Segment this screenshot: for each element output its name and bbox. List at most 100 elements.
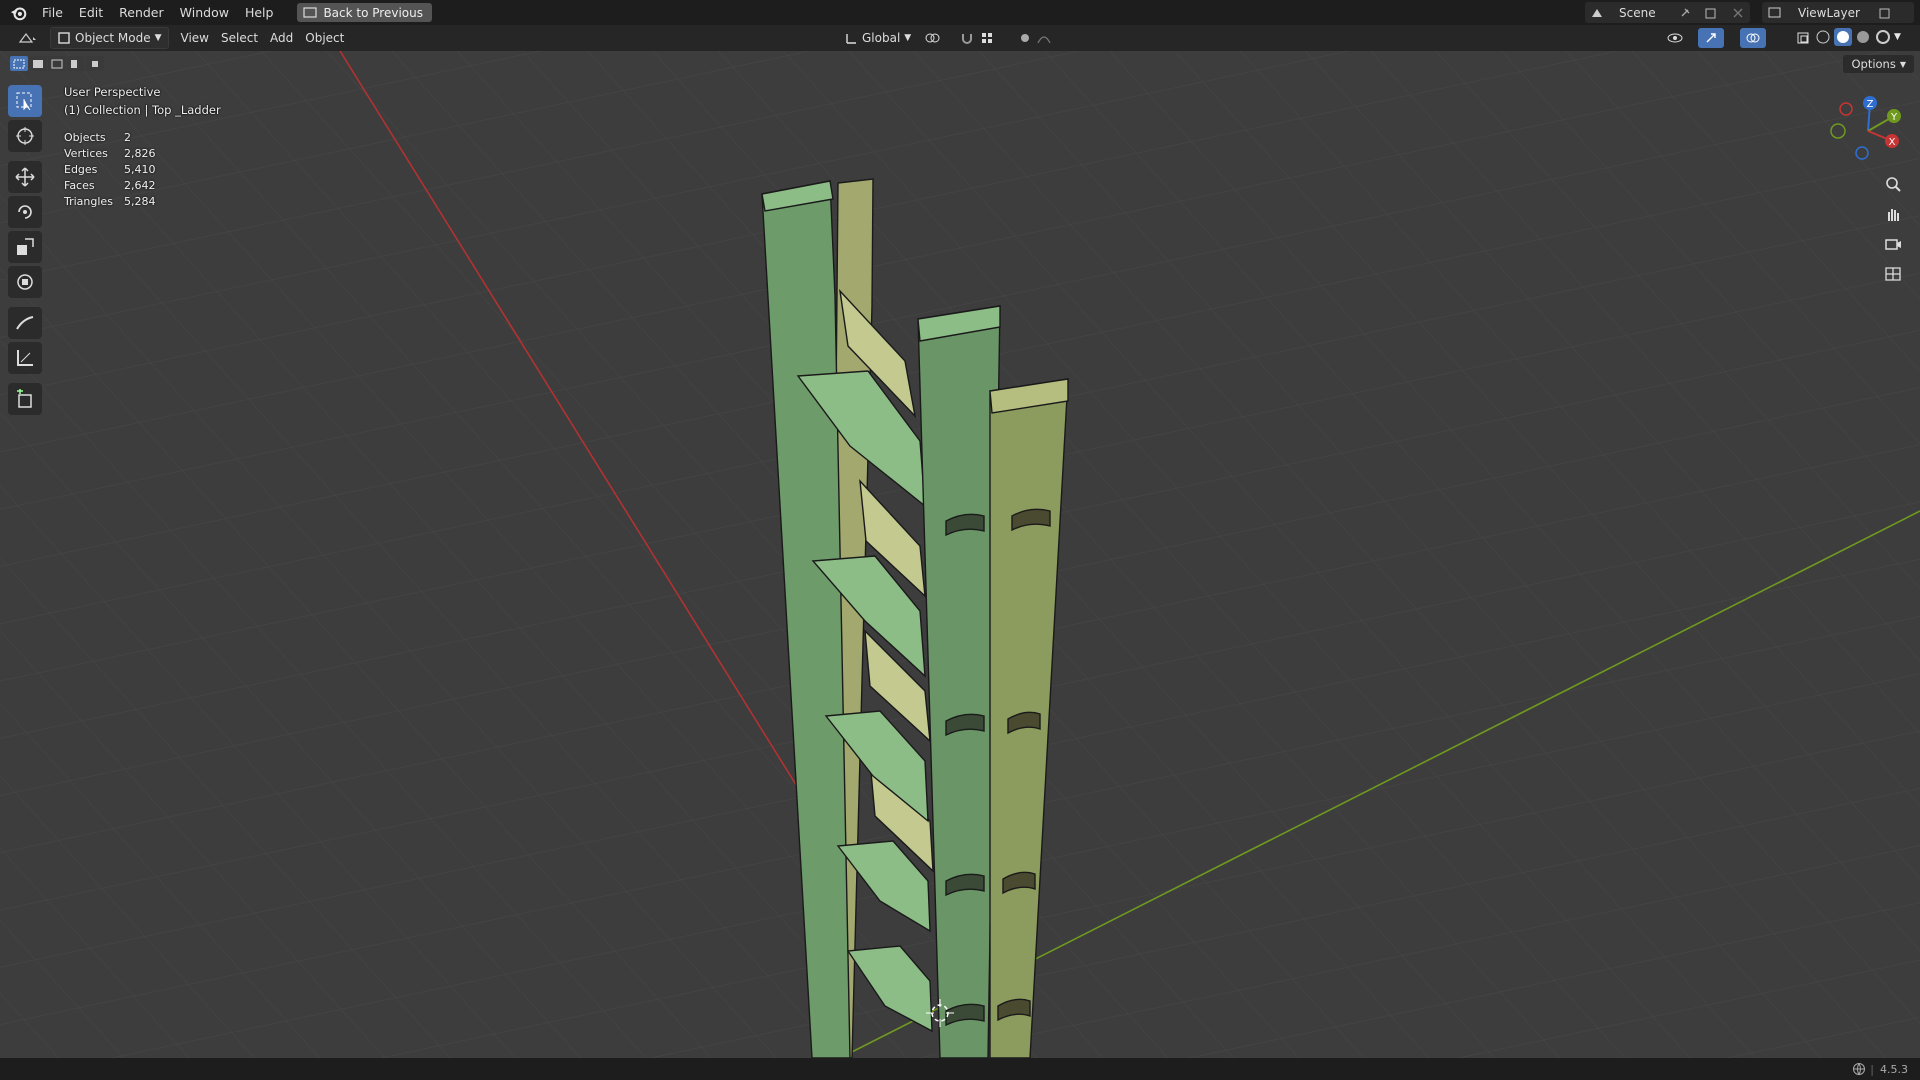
stat-value: 2 <box>124 131 131 144</box>
menu-window[interactable]: Window <box>172 0 237 25</box>
object-mode-dropdown[interactable]: Object Mode ▼ <box>50 27 169 49</box>
move-icon <box>15 167 35 187</box>
stat-row: Objects 2 <box>64 131 156 147</box>
top-menu-bar: File Edit Render Window Help Back to Pre… <box>0 0 1920 25</box>
scene-selector[interactable]: Scene <box>1585 2 1750 23</box>
measure-tool[interactable] <box>8 342 42 374</box>
scale-icon <box>17 238 34 255</box>
menu-select[interactable]: Select <box>215 28 264 48</box>
menu-object[interactable]: Object <box>299 28 350 48</box>
menu-add[interactable]: Add <box>264 28 299 48</box>
new-view-layer-icon[interactable] <box>1878 6 1892 20</box>
stat-row: Vertices 2,826 <box>64 147 156 163</box>
select-intersect-icon[interactable] <box>86 56 104 71</box>
transform-orientation-dropdown[interactable]: Global ▼ <box>838 28 917 48</box>
snap-target-dropdown[interactable] <box>974 28 1000 48</box>
menu-edit[interactable]: Edit <box>71 0 111 25</box>
menu-file[interactable]: File <box>34 0 71 25</box>
select-extend-icon[interactable] <box>29 56 47 71</box>
version-label: 4.5.3 <box>1880 1062 1908 1076</box>
menu-help[interactable]: Help <box>237 0 282 25</box>
visibility-dropdown[interactable] <box>1660 28 1692 48</box>
add-cube-icon <box>17 389 32 408</box>
add-cube-tool[interactable] <box>8 383 42 415</box>
select-box-tool[interactable] <box>8 85 42 117</box>
menu-render[interactable]: Render <box>111 0 172 25</box>
hand-icon <box>1888 209 1899 221</box>
remove-scene-icon[interactable] <box>1732 7 1744 19</box>
stat-label: Faces <box>64 179 95 192</box>
scene-name: Scene <box>1619 5 1656 20</box>
transform-tool[interactable] <box>8 266 42 298</box>
back-to-previous-label: Back to Previous <box>323 5 423 20</box>
collection-label: (1) Collection | Top _Ladder <box>64 103 221 117</box>
stat-label: Vertices <box>64 147 108 160</box>
select-invert-icon[interactable] <box>67 56 85 71</box>
object-mode-icon <box>58 32 70 44</box>
gizmo-icon <box>1706 33 1716 43</box>
3d-viewport[interactable]: User Perspective (1) Collection | Top _L… <box>0 51 1920 1058</box>
camera-view-button[interactable] <box>1880 231 1906 257</box>
blender-logo-icon[interactable] <box>10 4 28 22</box>
tool-shelf <box>8 85 46 415</box>
menu-view[interactable]: View <box>175 28 215 48</box>
chevron-down-icon[interactable]: ▼ <box>1894 28 1901 46</box>
chevron-down-icon: ▼ <box>904 33 912 43</box>
magnet-icon <box>962 34 972 44</box>
shading-modes: ▼ <box>1814 28 1901 46</box>
chevron-down-icon: ▼ <box>154 33 162 43</box>
view-layer-selector[interactable]: ViewLayer <box>1762 2 1914 23</box>
globe-icon <box>1853 1063 1866 1076</box>
camera-icon <box>1885 239 1901 250</box>
z-axis-label: Z <box>1867 99 1874 110</box>
annotate-icon <box>16 316 34 330</box>
new-scene-icon[interactable] <box>1704 6 1718 20</box>
stat-value: 2,642 <box>124 179 156 192</box>
perspective-toggle-button[interactable] <box>1880 261 1906 287</box>
scene-icon <box>1592 8 1602 17</box>
gizmo-toggle[interactable] <box>1698 28 1724 48</box>
solid-shading-icon[interactable] <box>1834 28 1852 46</box>
xray-toggle[interactable] <box>1790 28 1816 48</box>
stat-row: Faces 2,642 <box>64 179 156 195</box>
viewport-info: User Perspective (1) Collection | Top _L… <box>64 85 221 117</box>
rotate-icon <box>18 205 32 219</box>
overlays-toggle[interactable] <box>1740 28 1766 48</box>
scale-tool[interactable] <box>8 231 42 263</box>
pin-icon[interactable] <box>1678 6 1692 20</box>
cursor-tool[interactable] <box>8 120 42 152</box>
pivot-point-dropdown[interactable] <box>918 28 946 48</box>
orientation-icon <box>846 34 856 44</box>
options-dropdown[interactable]: Options ▼ <box>1843 55 1914 73</box>
grid-icon <box>1885 267 1901 281</box>
rotate-tool[interactable] <box>8 196 42 228</box>
move-tool[interactable] <box>8 161 42 193</box>
navigation-gizmo[interactable]: Z Y X <box>1828 91 1908 171</box>
xray-icon <box>1797 32 1809 44</box>
select-subtract-icon[interactable] <box>48 56 66 71</box>
material-shading-icon[interactable] <box>1854 28 1872 46</box>
wireframe-shading-icon[interactable] <box>1814 28 1832 46</box>
neg-y-axis-icon[interactable] <box>1830 123 1846 139</box>
y-axis-label: Y <box>1890 112 1898 123</box>
falloff-dropdown[interactable] <box>1030 28 1062 48</box>
zoom-button[interactable] <box>1880 171 1906 197</box>
falloff-curve-icon <box>1037 36 1051 44</box>
rendered-shading-icon[interactable] <box>1874 28 1892 46</box>
select-box-icon <box>16 92 32 111</box>
annotate-tool[interactable] <box>8 307 42 339</box>
stat-label: Edges <box>64 163 98 176</box>
stat-label: Triangles <box>64 195 113 208</box>
view-layer-icon <box>1768 7 1781 17</box>
stat-label: Objects <box>64 131 106 144</box>
select-new-icon[interactable] <box>10 56 28 71</box>
pan-button[interactable] <box>1880 201 1906 227</box>
editor-type-button[interactable] <box>12 28 44 48</box>
neg-x-axis-icon[interactable] <box>1839 102 1853 116</box>
neg-z-axis-icon[interactable] <box>1855 146 1869 160</box>
back-to-previous-button[interactable]: Back to Previous <box>297 3 432 22</box>
pivot-icon <box>925 33 940 43</box>
divider: | <box>1870 1062 1874 1076</box>
transform-icon <box>17 274 33 290</box>
stat-row: Edges 5,410 <box>64 163 156 179</box>
